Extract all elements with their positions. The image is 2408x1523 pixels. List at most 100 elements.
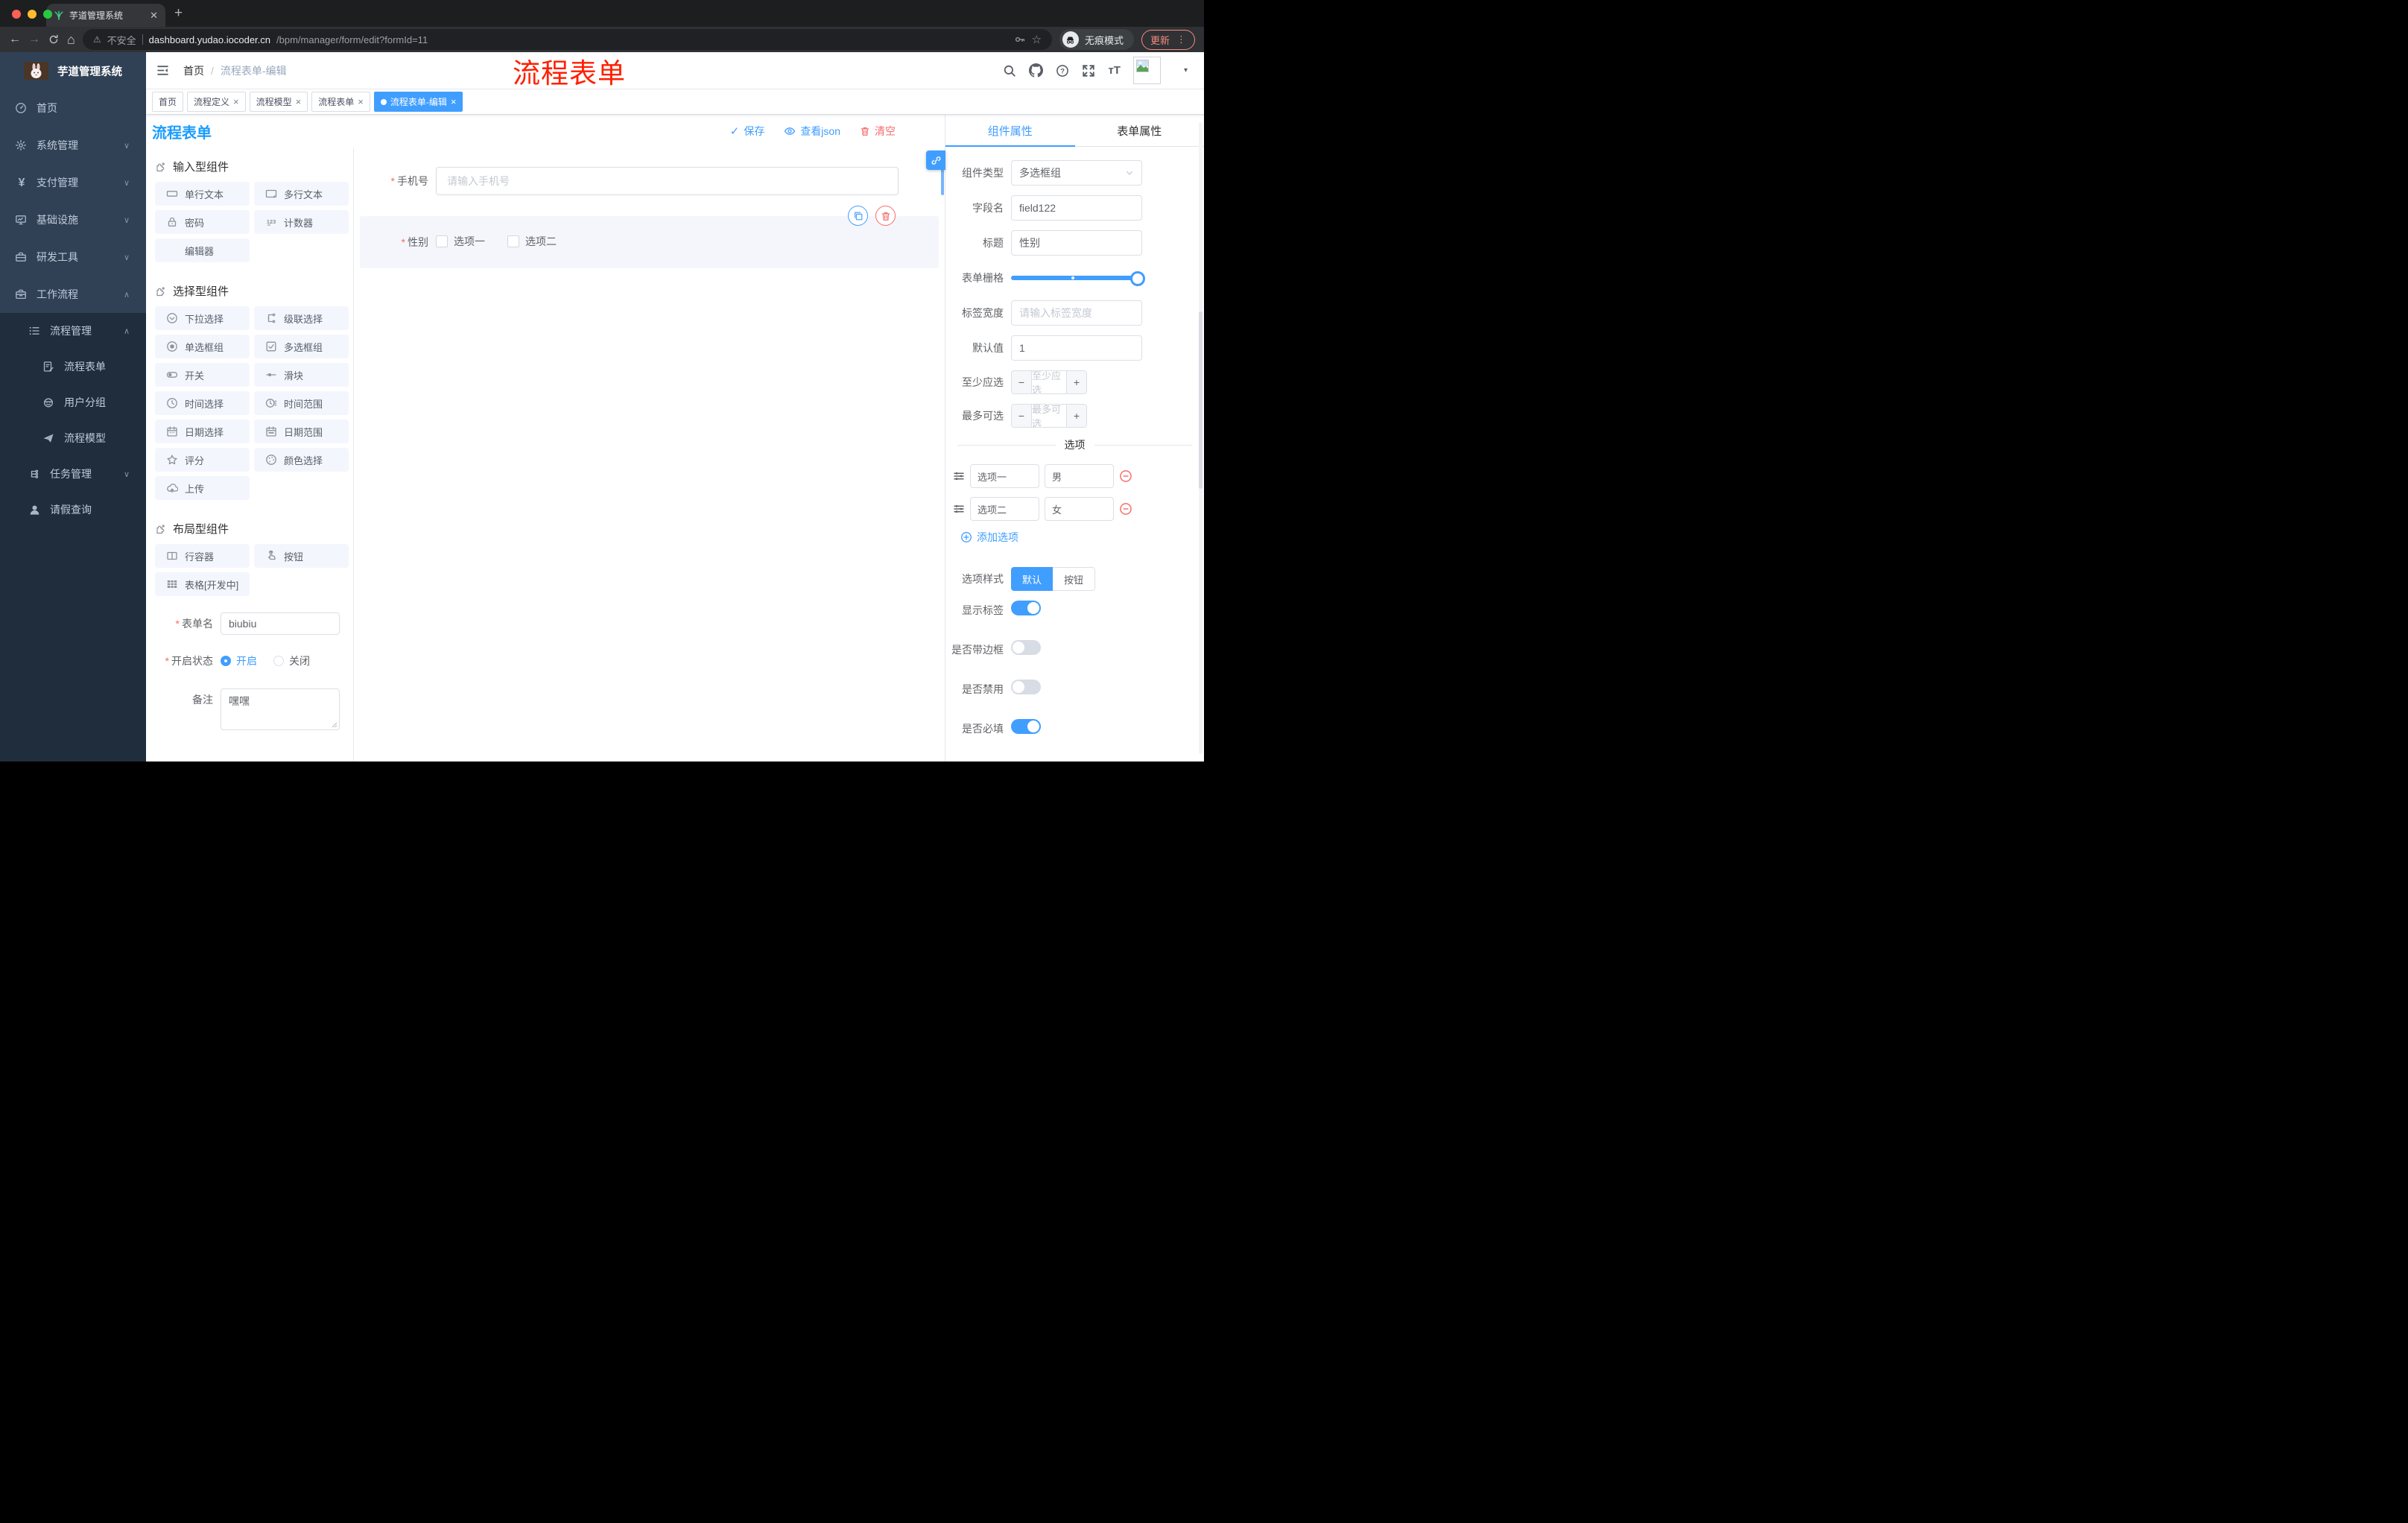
option-label-input[interactable]: 选项一	[970, 464, 1039, 488]
option-value-input[interactable]: 男	[1045, 464, 1114, 488]
font-size-icon[interactable]: ᴛT	[1108, 64, 1121, 77]
checkbox-icon[interactable]	[507, 235, 519, 247]
save-button[interactable]: ✓ 保存	[730, 124, 765, 139]
close-icon[interactable]: ×	[358, 96, 364, 107]
drag-icon[interactable]	[953, 503, 965, 515]
default-value-input[interactable]: 1	[1011, 335, 1142, 361]
component-item-时间范围[interactable]: 时间范围	[254, 391, 349, 415]
toggle-是否必填[interactable]	[1011, 719, 1041, 734]
sidebar-item-任务管理[interactable]: 任务管理 ∨	[0, 456, 146, 492]
component-item-下拉选择[interactable]: 下拉选择	[155, 306, 250, 330]
sidebar-item-系统管理[interactable]: 系统管理 ∨	[0, 127, 146, 164]
component-item-计数器[interactable]: 123 计数器	[254, 210, 349, 234]
forward-icon[interactable]: →	[28, 34, 40, 45]
selected-component-gender[interactable]: * 性别 选项一 选项二	[360, 206, 939, 268]
chevron-down-icon[interactable]: ▾	[1184, 66, 1188, 75]
home-icon[interactable]: ⌂	[67, 33, 75, 46]
clear-button[interactable]: 清空	[860, 124, 896, 139]
component-item-单行文本[interactable]: 单行文本	[155, 182, 250, 206]
close-icon[interactable]: ×	[233, 96, 239, 107]
back-icon[interactable]: ←	[9, 34, 21, 45]
toggle-是否带边框[interactable]	[1011, 640, 1041, 655]
label-width-input[interactable]: 请输入标签宽度	[1011, 300, 1142, 326]
component-item-按钮[interactable]: 按钮	[254, 544, 349, 568]
component-item-编辑器[interactable]: 编辑器	[155, 238, 250, 262]
link-icon[interactable]	[926, 151, 945, 170]
phone-input[interactable]: 请输入手机号	[436, 167, 899, 195]
sidebar-item-首页[interactable]: 首页	[0, 89, 146, 127]
sidebar-item-用户分组[interactable]: 用户分组	[0, 384, 146, 420]
bookmark-star-icon[interactable]: ☆	[1032, 33, 1042, 46]
toggle-显示标签[interactable]	[1011, 601, 1041, 615]
close-icon[interactable]: ×	[296, 96, 302, 107]
component-item-级联选择[interactable]: 级联选择	[254, 306, 349, 330]
zoom-window-button[interactable]	[43, 10, 52, 19]
add-option-button[interactable]: 添加选项	[960, 530, 1204, 545]
field-name-input[interactable]: field122	[1011, 195, 1142, 221]
tab-form-props[interactable]: 表单属性	[1075, 115, 1205, 146]
address-bar[interactable]: ⚠ 不安全 dashboard.yudao.iocoder.cn/bpm/man…	[82, 29, 1052, 50]
sidebar-item-支付管理[interactable]: ¥ 支付管理 ∨	[0, 164, 146, 201]
sidebar-item-基础设施[interactable]: 基础设施 ∨	[0, 201, 146, 238]
remove-option-button[interactable]	[1119, 502, 1132, 516]
drag-icon[interactable]	[953, 470, 965, 482]
component-item-开关[interactable]: 开关	[155, 363, 250, 387]
component-item-表格[开发中][interactable]: 表格[开发中]	[155, 572, 250, 596]
tag-首页[interactable]: 首页	[152, 92, 184, 112]
form-canvas[interactable]: * 手机号 请输入手机号 * 性别 选项一 选项二	[354, 148, 945, 762]
fullscreen-icon[interactable]	[1082, 64, 1095, 77]
form-name-input[interactable]: biubiu	[221, 612, 340, 635]
sidebar-item-研发工具[interactable]: 研发工具 ∨	[0, 238, 146, 276]
browser-menu-icon[interactable]: ⋮	[1176, 34, 1186, 45]
copy-component-button[interactable]	[848, 206, 868, 226]
component-item-多选框组[interactable]: 多选框组	[254, 335, 349, 358]
component-item-密码[interactable]: 密码	[155, 210, 250, 234]
toggle-是否禁用[interactable]	[1011, 680, 1041, 694]
component-item-时间选择[interactable]: 时间选择	[155, 391, 250, 415]
component-item-行容器[interactable]: 行容器	[155, 544, 250, 568]
sidebar-item-流程管理[interactable]: 流程管理 ∧	[0, 313, 146, 349]
update-button[interactable]: 更新 ⋮	[1141, 29, 1195, 50]
increase-button[interactable]: +	[1066, 371, 1086, 393]
panel-scrollbar[interactable]	[1199, 122, 1203, 754]
delete-component-button[interactable]	[875, 206, 896, 226]
avatar[interactable]	[1132, 57, 1161, 84]
title-input[interactable]: 性别	[1011, 230, 1142, 256]
gender-option-选项二[interactable]: 选项二	[507, 234, 557, 249]
component-item-日期选择[interactable]: 日期选择	[155, 419, 250, 443]
search-icon[interactable]	[1003, 64, 1016, 77]
close-icon[interactable]: ×	[451, 96, 457, 107]
phone-field-row[interactable]: * 手机号 请输入手机号	[354, 167, 945, 195]
sidebar-item-流程表单[interactable]: 流程表单	[0, 349, 146, 384]
tag-流程定义[interactable]: 流程定义 ×	[187, 92, 246, 112]
form-remark-textarea[interactable]: 嘿嘿	[221, 688, 340, 730]
view-json-button[interactable]: 查看json	[784, 124, 840, 139]
component-item-单选框组[interactable]: 单选框组	[155, 335, 250, 358]
checkbox-icon[interactable]	[436, 235, 448, 247]
option-label-input[interactable]: 选项二	[970, 497, 1039, 521]
form-grid-slider[interactable]	[1011, 265, 1145, 291]
sidebar-item-工作流程[interactable]: 工作流程 ∧	[0, 276, 146, 313]
decrease-button[interactable]: −	[1012, 405, 1032, 427]
component-item-上传[interactable]: 上传	[155, 476, 250, 500]
decrease-button[interactable]: −	[1012, 371, 1032, 393]
status-radio-关闭[interactable]: 关闭	[273, 650, 310, 672]
component-item-多行文本[interactable]: 多行文本	[254, 182, 349, 206]
max-select-stepper[interactable]: − 最多可选 +	[1011, 404, 1087, 428]
reload-icon[interactable]	[48, 34, 60, 45]
security-label[interactable]: 不安全	[107, 33, 136, 47]
component-item-日期范围[interactable]: 日期范围	[254, 419, 349, 443]
component-type-select[interactable]: 多选框组	[1011, 160, 1142, 186]
component-item-评分[interactable]: 评分	[155, 448, 250, 472]
style-button-button[interactable]: 按钮	[1053, 567, 1096, 591]
window-controls[interactable]	[12, 10, 52, 19]
help-icon[interactable]: ?	[1056, 64, 1069, 77]
new-tab-button[interactable]: +	[174, 5, 183, 22]
github-icon[interactable]	[1029, 63, 1044, 77]
remove-option-button[interactable]	[1119, 469, 1132, 483]
sidebar-item-流程模型[interactable]: 流程模型	[0, 420, 146, 456]
tab-close-icon[interactable]: ✕	[150, 10, 158, 22]
tag-流程表单-编辑[interactable]: 流程表单-编辑 ×	[373, 92, 463, 112]
collapse-menu-icon[interactable]	[146, 64, 174, 77]
breadcrumb-home[interactable]: 首页	[183, 63, 204, 78]
